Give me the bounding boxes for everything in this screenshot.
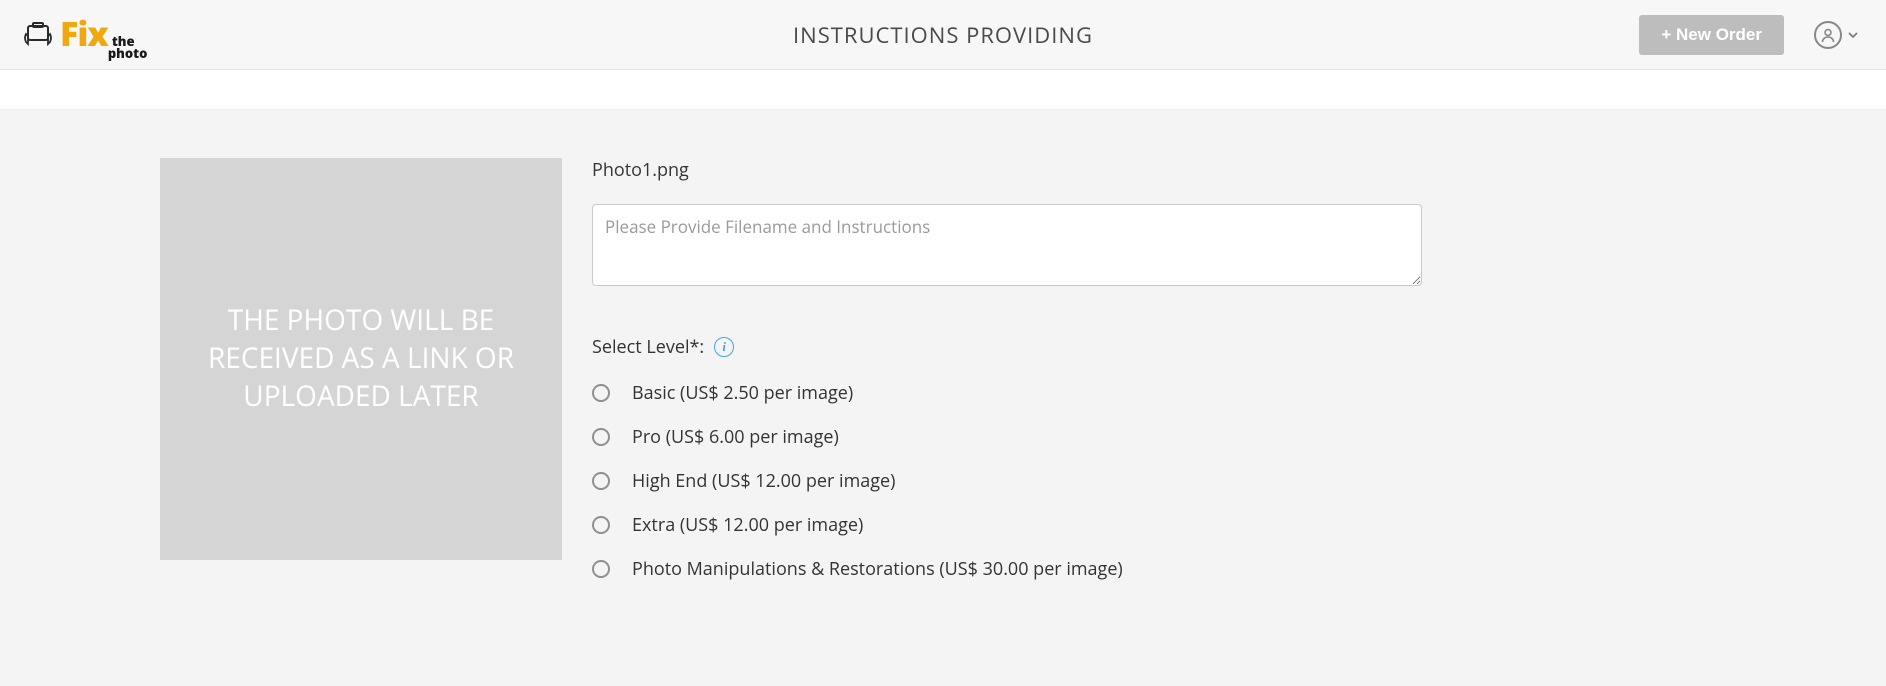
level-option-label: Extra (US$ 12.00 per image): [632, 513, 863, 537]
page-title: INSTRUCTIONS PROVIDING: [793, 20, 1093, 50]
main-content: THE PHOTO WILL BE RECEIVED AS A LINK OR …: [0, 110, 1886, 581]
level-option-label: High End (US$ 12.00 per image): [632, 469, 895, 493]
select-level-label: Select Level*:: [592, 335, 704, 359]
header: Fix the photo INSTRUCTIONS PROVIDING + N…: [0, 0, 1886, 70]
level-option-pro[interactable]: Pro (US$ 6.00 per image): [592, 425, 1422, 449]
logo-word-photo: photo: [108, 47, 148, 59]
radio-icon: [592, 516, 610, 534]
radio-icon: [592, 472, 610, 490]
filename-label: Photo1.png: [592, 158, 1422, 182]
select-level-row: Select Level*: i: [592, 335, 1422, 359]
level-option-basic[interactable]: Basic (US$ 2.50 per image): [592, 381, 1422, 405]
level-radio-group: Basic (US$ 2.50 per image) Pro (US$ 6.00…: [592, 381, 1422, 581]
instructions-input[interactable]: [592, 204, 1422, 286]
logo-text: Fix the photo: [60, 10, 147, 59]
avatar-icon: [1814, 21, 1842, 49]
level-option-label: Photo Manipulations & Restorations (US$ …: [632, 557, 1123, 581]
level-option-manipulations[interactable]: Photo Manipulations & Restorations (US$ …: [592, 557, 1422, 581]
form-column: Photo1.png Select Level*: i Basic (US$ 2…: [592, 158, 1422, 581]
header-actions: + New Order: [1639, 15, 1858, 55]
radio-icon: [592, 428, 610, 446]
photo-placeholder: THE PHOTO WILL BE RECEIVED AS A LINK OR …: [160, 158, 562, 560]
level-option-label: Basic (US$ 2.50 per image): [632, 381, 853, 405]
level-option-high-end[interactable]: High End (US$ 12.00 per image): [592, 469, 1422, 493]
radio-icon: [592, 560, 610, 578]
sub-header-bar: [0, 70, 1886, 110]
radio-icon: [592, 384, 610, 402]
logo-word-fix: Fix: [60, 10, 108, 56]
chevron-down-icon: [1848, 32, 1858, 38]
level-option-extra[interactable]: Extra (US$ 12.00 per image): [592, 513, 1422, 537]
level-option-label: Pro (US$ 6.00 per image): [632, 425, 839, 449]
user-menu[interactable]: [1814, 21, 1858, 49]
logo[interactable]: Fix the photo: [22, 10, 147, 59]
info-icon[interactable]: i: [714, 337, 734, 357]
camera-hands-icon: [22, 18, 54, 52]
new-order-button[interactable]: + New Order: [1639, 15, 1784, 55]
